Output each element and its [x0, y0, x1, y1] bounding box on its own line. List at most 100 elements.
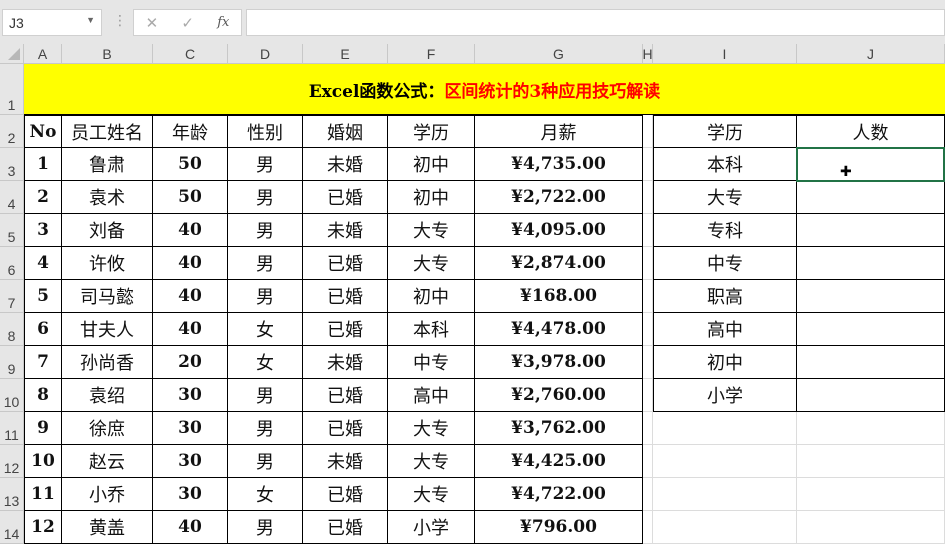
- row-number-cell[interactable]: 2: [24, 181, 62, 214]
- table-cell[interactable]: ¥4,722.00: [475, 478, 643, 511]
- table-cell[interactable]: 40: [153, 214, 228, 247]
- table-cell[interactable]: 女: [228, 313, 303, 346]
- table-cell[interactable]: ¥4,735.00: [475, 148, 643, 181]
- table-cell[interactable]: 甘夫人: [62, 313, 153, 346]
- sheet-title[interactable]: Excel函数公式： 区间统计的3种应用技巧解读: [24, 64, 945, 115]
- row-header-13[interactable]: 13: [0, 478, 24, 511]
- row-number-cell[interactable]: 7: [24, 346, 62, 379]
- empty-cell[interactable]: [797, 445, 945, 478]
- table-cell[interactable]: 已婚: [303, 412, 388, 445]
- summary-count-cell[interactable]: [797, 313, 945, 346]
- row-header-12[interactable]: 12: [0, 445, 24, 478]
- row-header-14[interactable]: 14: [0, 511, 24, 544]
- column-header-cell[interactable]: 性别: [228, 115, 303, 148]
- table-cell[interactable]: 50: [153, 181, 228, 214]
- table-cell[interactable]: 30: [153, 445, 228, 478]
- row-number-cell[interactable]: 9: [24, 412, 62, 445]
- summary-count-cell[interactable]: [797, 247, 945, 280]
- row-header-11[interactable]: 11: [0, 412, 24, 445]
- summary-education-cell[interactable]: 大专: [653, 181, 797, 214]
- empty-cell[interactable]: [797, 412, 945, 445]
- row-number-cell[interactable]: 5: [24, 280, 62, 313]
- summary-education-cell[interactable]: 专科: [653, 214, 797, 247]
- row-number-cell[interactable]: 8: [24, 379, 62, 412]
- table-cell[interactable]: 大专: [388, 412, 475, 445]
- table-cell[interactable]: ¥796.00: [475, 511, 643, 544]
- empty-cell[interactable]: [643, 313, 653, 346]
- table-cell[interactable]: ¥4,425.00: [475, 445, 643, 478]
- table-cell[interactable]: 40: [153, 280, 228, 313]
- table-cell[interactable]: 小乔: [62, 478, 153, 511]
- table-cell[interactable]: 已婚: [303, 313, 388, 346]
- table-cell[interactable]: 已婚: [303, 379, 388, 412]
- table-cell[interactable]: ¥3,762.00: [475, 412, 643, 445]
- column-header-cell[interactable]: 员工姓名: [62, 115, 153, 148]
- table-cell[interactable]: ¥4,478.00: [475, 313, 643, 346]
- column-header-cell[interactable]: No: [24, 115, 62, 148]
- column-header-C[interactable]: C: [153, 44, 228, 64]
- table-cell[interactable]: 中专: [388, 346, 475, 379]
- table-cell[interactable]: 已婚: [303, 478, 388, 511]
- table-cell[interactable]: 40: [153, 313, 228, 346]
- column-header-I[interactable]: I: [653, 44, 797, 64]
- table-cell[interactable]: ¥2,722.00: [475, 181, 643, 214]
- summary-count-cell[interactable]: [797, 379, 945, 412]
- table-cell[interactable]: ¥2,874.00: [475, 247, 643, 280]
- empty-cell[interactable]: [643, 115, 653, 148]
- table-cell[interactable]: 司马懿: [62, 280, 153, 313]
- summary-count-cell[interactable]: [797, 280, 945, 313]
- table-cell[interactable]: 20: [153, 346, 228, 379]
- row-header-8[interactable]: 8: [0, 313, 24, 346]
- table-cell[interactable]: ¥3,978.00: [475, 346, 643, 379]
- table-cell[interactable]: 孙尚香: [62, 346, 153, 379]
- column-header-G[interactable]: G: [475, 44, 643, 64]
- chevron-down-icon[interactable]: ▼: [86, 15, 95, 25]
- select-all-button[interactable]: [0, 44, 24, 64]
- table-cell[interactable]: 袁术: [62, 181, 153, 214]
- row-number-cell[interactable]: 3: [24, 214, 62, 247]
- row-number-cell[interactable]: 12: [24, 511, 62, 544]
- summary-header-cell[interactable]: 学历: [653, 115, 797, 148]
- cancel-icon[interactable]: ✕: [146, 14, 159, 32]
- table-cell[interactable]: 已婚: [303, 181, 388, 214]
- empty-cell[interactable]: [643, 148, 653, 181]
- table-cell[interactable]: 40: [153, 247, 228, 280]
- table-cell[interactable]: 女: [228, 478, 303, 511]
- column-header-cell[interactable]: 年龄: [153, 115, 228, 148]
- empty-cell[interactable]: [653, 412, 797, 445]
- table-cell[interactable]: 男: [228, 511, 303, 544]
- insert-function-icon[interactable]: fx: [217, 15, 229, 30]
- table-cell[interactable]: 30: [153, 478, 228, 511]
- summary-education-cell[interactable]: 小学: [653, 379, 797, 412]
- table-cell[interactable]: 未婚: [303, 148, 388, 181]
- summary-education-cell[interactable]: 本科: [653, 148, 797, 181]
- table-cell[interactable]: ¥168.00: [475, 280, 643, 313]
- table-cell[interactable]: 男: [228, 181, 303, 214]
- enter-icon[interactable]: ✓: [181, 14, 194, 32]
- row-number-cell[interactable]: 6: [24, 313, 62, 346]
- table-cell[interactable]: 男: [228, 379, 303, 412]
- row-header-4[interactable]: 4: [0, 181, 24, 214]
- row-number-cell[interactable]: 4: [24, 247, 62, 280]
- column-header-E[interactable]: E: [303, 44, 388, 64]
- empty-cell[interactable]: [643, 346, 653, 379]
- table-cell[interactable]: 大专: [388, 445, 475, 478]
- table-cell[interactable]: 大专: [388, 478, 475, 511]
- summary-education-cell[interactable]: 初中: [653, 346, 797, 379]
- table-cell[interactable]: 大专: [388, 247, 475, 280]
- table-cell[interactable]: 女: [228, 346, 303, 379]
- row-header-1[interactable]: 1: [0, 64, 24, 115]
- empty-cell[interactable]: [643, 445, 653, 478]
- empty-cell[interactable]: [643, 214, 653, 247]
- empty-cell[interactable]: [653, 445, 797, 478]
- row-header-9[interactable]: 9: [0, 346, 24, 379]
- summary-education-cell[interactable]: 职高: [653, 280, 797, 313]
- table-cell[interactable]: 大专: [388, 214, 475, 247]
- row-header-10[interactable]: 10: [0, 379, 24, 412]
- row-header-3[interactable]: 3: [0, 148, 24, 181]
- table-cell[interactable]: 初中: [388, 148, 475, 181]
- row-header-6[interactable]: 6: [0, 247, 24, 280]
- table-cell[interactable]: 许攸: [62, 247, 153, 280]
- table-cell[interactable]: 未婚: [303, 346, 388, 379]
- table-cell[interactable]: 男: [228, 148, 303, 181]
